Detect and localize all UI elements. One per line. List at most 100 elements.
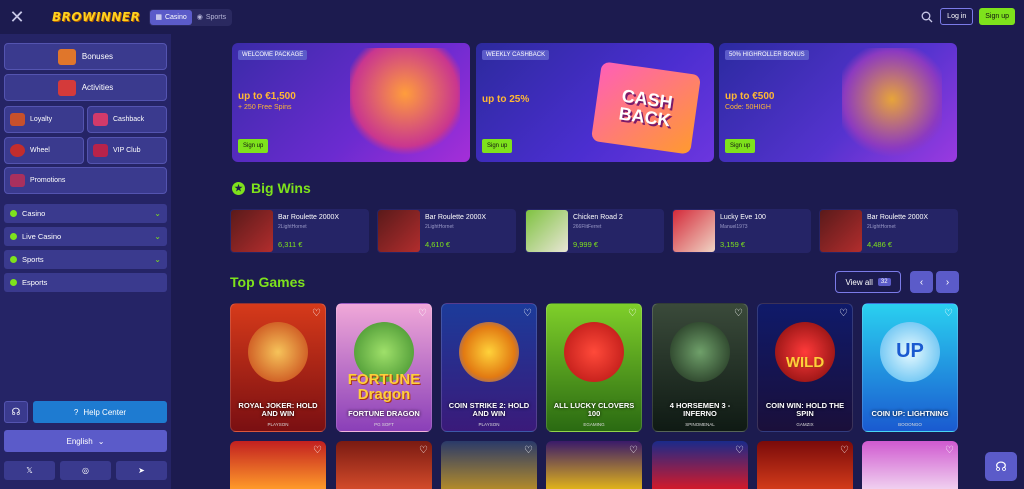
language-select[interactable]: English ⌄ (4, 430, 167, 452)
help-icon: ? (73, 407, 79, 417)
game-art (670, 322, 730, 382)
game-card[interactable]: ♡ (336, 441, 432, 489)
sidebar-section-live-casino[interactable]: Live Casino ⌄ (4, 227, 167, 246)
heart-icon[interactable]: ♡ (418, 308, 427, 319)
instagram-icon[interactable]: ◎ (60, 461, 111, 480)
welcome-character-image (350, 48, 460, 162)
vip-icon (93, 144, 108, 157)
chevron-down-icon: ⌄ (154, 255, 161, 264)
close-icon[interactable]: ✕ (0, 0, 34, 34)
sidebar-item-activities[interactable]: Activities (4, 74, 167, 101)
game-card[interactable]: FORTUNE Dragon ♡ FORTUNE DRAGON PG SOFT (336, 303, 432, 432)
game-thumbnail (231, 210, 273, 252)
chevron-down-icon: ⌄ (154, 209, 161, 218)
game-logo: FORTUNE Dragon (347, 371, 421, 403)
search-icon[interactable] (920, 10, 934, 24)
logo[interactable]: BROWINNER (52, 10, 140, 24)
game-card[interactable]: ♡ (862, 441, 958, 489)
heart-icon[interactable]: ♡ (313, 445, 322, 456)
sidebar-item-cashback[interactable]: Cashback (87, 106, 167, 133)
banner-signup-button[interactable]: Sign up (725, 139, 756, 153)
sidebar-item-loyalty[interactable]: Loyalty (4, 106, 84, 133)
heart-icon[interactable]: ♡ (628, 308, 637, 319)
big-win-item[interactable]: Bar Roulette 2000X 2LightHornet 4,610 € (377, 209, 516, 253)
activities-icon (57, 79, 76, 96)
sidebar-item-bonuses[interactable]: Bonuses (4, 43, 167, 70)
banner-signup-button[interactable]: Sign up (482, 139, 513, 153)
game-card[interactable]: ♡ (757, 441, 853, 489)
game-art (459, 322, 519, 382)
big-win-item[interactable]: Bar Roulette 2000X 2LightHornet 6,311 € (230, 209, 369, 253)
loyalty-icon (10, 113, 25, 126)
game-card[interactable]: ♡ ALL LUCKY CLOVERS 100 EGAMING (546, 303, 642, 432)
sidebar-section-sports[interactable]: Sports ⌄ (4, 250, 167, 269)
game-art (775, 322, 835, 382)
heart-icon[interactable]: ♡ (629, 445, 638, 456)
prev-arrow-button[interactable]: ‹ (910, 271, 933, 293)
heart-icon[interactable]: ♡ (734, 308, 743, 319)
signup-button[interactable]: Sign up (979, 8, 1015, 25)
chevron-down-icon: ⌄ (154, 232, 161, 241)
login-button[interactable]: Log in (940, 8, 974, 25)
big-win-item[interactable]: Lucky Eve 100 Manuel1973 3,159 € (672, 209, 811, 253)
sidebar-section-esports[interactable]: Esports (4, 273, 167, 292)
star-icon: ★ (232, 181, 245, 195)
sidebar-item-promotions[interactable]: Promotions (4, 167, 167, 194)
sidebar-section-casino[interactable]: Casino ⌄ (4, 204, 167, 223)
game-thumbnail (673, 210, 715, 252)
cashback-icon (93, 113, 108, 126)
chevron-left-icon: ‹ (919, 276, 924, 288)
chevron-right-icon: › (945, 276, 950, 288)
game-art (564, 322, 624, 382)
big-win-item[interactable]: Chicken Road 2 266FlitFerret 9,999 € (525, 209, 664, 253)
chat-support-button[interactable]: ☊ (985, 452, 1017, 481)
game-card[interactable]: UP ♡ COIN UP: LIGHTNING BOOONGO (862, 303, 958, 432)
sidebar: Bonuses Activities Loyalty Cashback Whee… (0, 34, 171, 489)
game-card[interactable]: ♡ (230, 441, 326, 489)
chevron-down-icon: ⌄ (97, 436, 105, 446)
tab-casino[interactable]: ▦ Casino (150, 9, 192, 25)
heart-icon[interactable]: ♡ (945, 445, 954, 456)
heart-icon[interactable]: ♡ (312, 308, 321, 319)
game-card[interactable]: ♡ ROYAL JOKER: HOLD AND WIN PLAYSON (230, 303, 326, 432)
banner-highroller[interactable]: 50% HIGHROLLER BONUS up to €500 Code: 50… (719, 43, 957, 162)
banner-signup-button[interactable]: Sign up (238, 139, 269, 153)
game-thumbnail (526, 210, 568, 252)
sports-section-icon (10, 256, 17, 263)
sidebar-item-wheel[interactable]: Wheel (4, 137, 84, 164)
heart-icon[interactable]: ♡ (839, 308, 848, 319)
product-switch: ▦ Casino ◉ Sports (149, 8, 233, 26)
esports-icon (10, 279, 17, 286)
big-win-item[interactable]: Bar Roulette 2000X 2LightHornet 4,486 € (819, 209, 958, 253)
wheel-icon (10, 144, 25, 157)
game-card[interactable]: ♡ (652, 441, 748, 489)
help-center-button[interactable]: ? Help Center (33, 401, 167, 423)
gift-icon (57, 48, 76, 65)
sidebar-item-vip-club[interactable]: VIP Club (87, 137, 167, 164)
game-logo: UP (896, 340, 924, 362)
game-thumbnail (820, 210, 862, 252)
top-header: ✕ BROWINNER ▦ Casino ◉ Sports Log in Sign … (0, 0, 1024, 34)
support-icon[interactable]: ☊ (4, 401, 28, 423)
heart-icon[interactable]: ♡ (419, 445, 428, 456)
x-icon[interactable]: 𝕏 (4, 461, 55, 480)
top-games-heading: Top Games (230, 274, 306, 290)
banner-cashback[interactable]: CASH BACK WEEKLY CASHBACK up to 25% Sign… (476, 43, 714, 162)
game-card[interactable]: ♡ (441, 441, 537, 489)
heart-icon[interactable]: ♡ (524, 445, 533, 456)
game-card[interactable]: ♡ 4 HORSEMEN 3 - INFERNO SPINOMENAL (652, 303, 748, 432)
heart-icon[interactable]: ♡ (735, 445, 744, 456)
view-all-button[interactable]: View all 32 (835, 271, 901, 293)
next-arrow-button[interactable]: › (936, 271, 959, 293)
game-card[interactable]: ♡ (546, 441, 642, 489)
game-card[interactable]: ♡ COIN STRIKE 2: HOLD AND WIN PLAYSON (441, 303, 537, 432)
telegram-icon[interactable]: ➤ (116, 461, 167, 480)
banner-welcome[interactable]: WELCOME PACKAGE up to €1,500 + 250 Free … (232, 43, 470, 162)
heart-icon[interactable]: ♡ (840, 445, 849, 456)
sports-icon: ◉ (196, 14, 203, 21)
heart-icon[interactable]: ♡ (523, 308, 532, 319)
big-wins-heading: ★ Big Wins (232, 180, 311, 196)
tab-sports[interactable]: ◉ Sports (192, 10, 231, 25)
game-card[interactable]: WILD ♡ COIN WIN: HOLD THE SPIN GAMZIX (757, 303, 853, 432)
heart-icon[interactable]: ♡ (944, 308, 953, 319)
